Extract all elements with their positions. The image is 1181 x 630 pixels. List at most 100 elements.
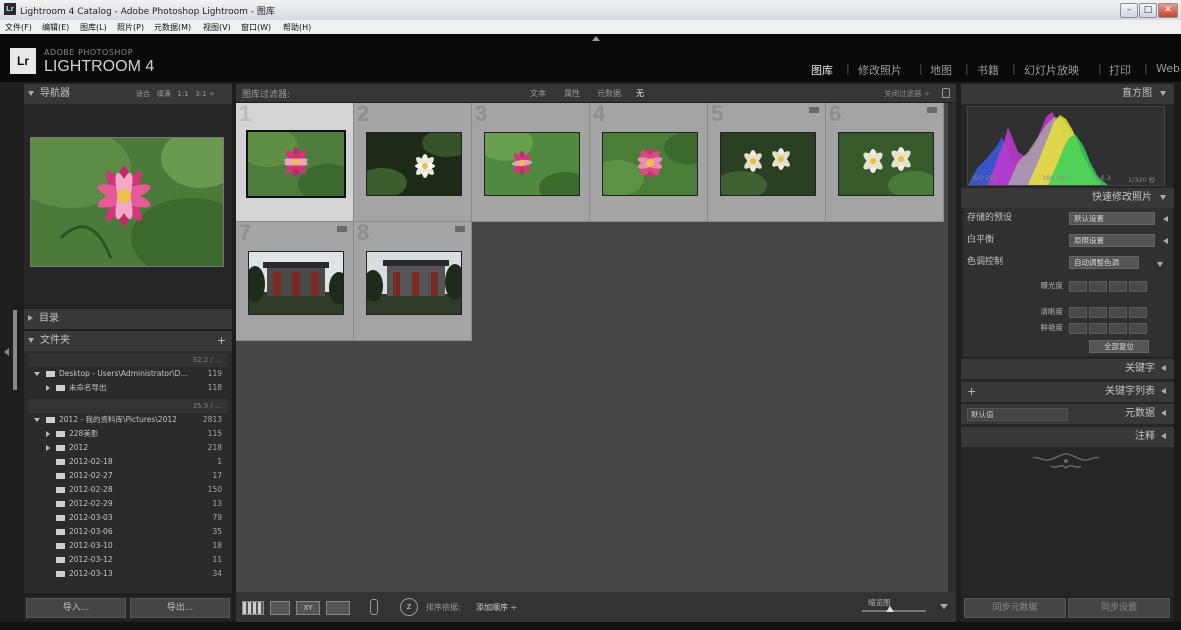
module-library[interactable]: 图库	[811, 62, 833, 78]
zoom-fit[interactable]: 适合	[136, 90, 150, 98]
vibrance-minus[interactable]	[1089, 323, 1107, 334]
collapse-left-panel-icon[interactable]	[4, 348, 9, 356]
folder-row[interactable]: 2012-02-29 13	[28, 497, 228, 511]
slider-thumb[interactable]	[886, 606, 894, 612]
vibrance-minus-big[interactable]	[1069, 323, 1087, 334]
filter-attribute[interactable]: 属性	[564, 88, 580, 99]
grid-scrollbar[interactable]	[948, 103, 956, 592]
thumbnail-image[interactable]	[366, 132, 462, 196]
menu-view[interactable]: 视图(V)	[203, 22, 231, 33]
thumbnail-image[interactable]	[248, 251, 344, 315]
vibrance-plus[interactable]	[1109, 323, 1127, 334]
thumbnail-size-slider[interactable]	[862, 610, 926, 612]
folder-row[interactable]: 2012 218	[28, 441, 228, 455]
collapse-top-panel-icon[interactable]	[592, 36, 600, 41]
filter-metadata[interactable]: 元数据	[597, 88, 621, 99]
module-print[interactable]: 打印	[1109, 62, 1131, 78]
import-button[interactable]: 导入...	[26, 598, 126, 618]
clarity-plus[interactable]	[1109, 307, 1127, 318]
saved-preset-select[interactable]: 默认设置	[1069, 212, 1155, 225]
keywording-header[interactable]: 关键字	[961, 359, 1174, 379]
keyword-list-header[interactable]: + 关键字列表	[961, 382, 1174, 402]
menu-library[interactable]: 图库(L)	[80, 22, 107, 33]
menu-edit[interactable]: 编辑(E)	[42, 22, 69, 33]
grid-cell[interactable]: 6	[826, 103, 944, 222]
grid-cell[interactable]: 5	[708, 103, 826, 222]
navigator-header[interactable]: 导航器 适合 填满 1:1 3:1 ÷	[24, 84, 232, 104]
exposure-minus[interactable]	[1089, 281, 1107, 292]
menu-photo[interactable]: 照片(P)	[117, 22, 144, 33]
toolbar-menu-icon[interactable]	[940, 604, 948, 609]
reset-all-button[interactable]: 全部复位	[1089, 340, 1149, 353]
metadata-header[interactable]: 默认值 元数据	[961, 404, 1174, 424]
sort-select[interactable]: 添加顺序 ÷	[476, 602, 517, 613]
close-button[interactable]: ✕	[1158, 3, 1178, 18]
folder-row[interactable]: 2012-02-18 1	[28, 455, 228, 469]
expand-left-icon[interactable]	[1163, 238, 1168, 244]
white-balance-select[interactable]: 原照设置	[1069, 234, 1155, 247]
compare-view-icon[interactable]: XY	[296, 601, 320, 615]
folder-row[interactable]: 2012-02-28 150	[28, 483, 228, 497]
filter-text[interactable]: 文本	[530, 88, 546, 99]
maximize-button[interactable]: □	[1139, 3, 1157, 18]
collapse-icon[interactable]	[46, 445, 50, 451]
thumbnail-image[interactable]	[602, 132, 698, 196]
collapse-icon[interactable]	[46, 385, 50, 391]
zoom-3-1[interactable]: 3:1	[195, 90, 206, 98]
vibrance-plus-big[interactable]	[1129, 323, 1147, 334]
expand-icon[interactable]	[34, 372, 40, 376]
clarity-minus[interactable]	[1089, 307, 1107, 318]
catalog-panel-header[interactable]: 目录	[24, 309, 232, 329]
exposure-plus[interactable]	[1109, 281, 1127, 292]
zoom-fill[interactable]: 填满	[157, 90, 171, 98]
exposure-minus-big[interactable]	[1069, 281, 1087, 292]
comments-header[interactable]: 注释	[961, 427, 1174, 447]
folder-row[interactable]: 228美影 115	[28, 427, 228, 441]
grid-view-icon[interactable]	[242, 601, 264, 615]
histogram-chart[interactable]: ISO 250 180 mm f / 6.3 1/320 秒	[967, 106, 1165, 186]
clarity-plus-big[interactable]	[1129, 307, 1147, 318]
survey-view-icon[interactable]	[326, 601, 350, 615]
left-panel-scrollbar[interactable]	[13, 310, 17, 390]
folder-row[interactable]: 2012-03-13 34	[28, 567, 228, 581]
module-web[interactable]: Web	[1156, 62, 1180, 75]
folder-row[interactable]: 2012-03-03 79	[28, 511, 228, 525]
thumbnail-image[interactable]	[720, 132, 816, 196]
metadata-preset-select[interactable]: 默认值	[967, 408, 1068, 421]
filter-preset-select[interactable]: 关闭过滤器 ÷	[884, 88, 930, 99]
loupe-view-icon[interactable]	[270, 601, 290, 615]
export-button[interactable]: 导出...	[130, 598, 230, 618]
quick-develop-header[interactable]: 快速修改照片	[961, 188, 1174, 208]
folder-row[interactable]: 2012-03-10 18	[28, 539, 228, 553]
histogram-header[interactable]: 直方图	[961, 84, 1174, 104]
folder-row[interactable]: 2012-03-12 11	[28, 553, 228, 567]
menu-metadata[interactable]: 元数据(M)	[154, 22, 191, 33]
grid-cell[interactable]: 8	[354, 220, 472, 341]
volume-row[interactable]: 35.9 / …	[28, 399, 228, 413]
module-book[interactable]: 书籍	[977, 62, 999, 78]
folder-row[interactable]: 2012 - 我的资料库\Pictures\2012 2813	[28, 413, 228, 427]
expand-icon[interactable]	[34, 418, 40, 422]
grid-cell[interactable]: 3	[472, 103, 590, 222]
folder-row[interactable]: 2012-03-06 35	[28, 525, 228, 539]
thumbnail-image[interactable]	[246, 130, 346, 198]
grid-cell[interactable]: 1	[236, 103, 354, 222]
zoom-1-1[interactable]: 1:1	[177, 90, 188, 98]
menu-file[interactable]: 文件(F)	[5, 22, 32, 33]
grid-cell[interactable]: 4	[590, 103, 708, 222]
grid-cell[interactable]: 7	[236, 220, 354, 341]
filter-none[interactable]: 无	[636, 88, 644, 99]
add-folder-icon[interactable]: +	[217, 331, 226, 351]
clarity-minus-big[interactable]	[1069, 307, 1087, 318]
module-map[interactable]: 地图	[930, 62, 952, 78]
expand-icon[interactable]	[1157, 262, 1163, 267]
sync-metadata-button[interactable]: 同步元数据	[964, 598, 1066, 618]
minimize-button[interactable]: –	[1120, 3, 1138, 18]
spray-can-icon[interactable]	[370, 599, 378, 615]
folder-row[interactable]: 未命名导出 118	[28, 381, 228, 395]
thumbnail-image[interactable]	[484, 132, 580, 196]
sort-direction-icon[interactable]: z	[400, 598, 418, 616]
module-develop[interactable]: 修改照片	[858, 62, 902, 78]
sync-settings-button[interactable]: 同步设置	[1068, 598, 1170, 618]
module-slideshow[interactable]: 幻灯片放映	[1024, 62, 1079, 78]
